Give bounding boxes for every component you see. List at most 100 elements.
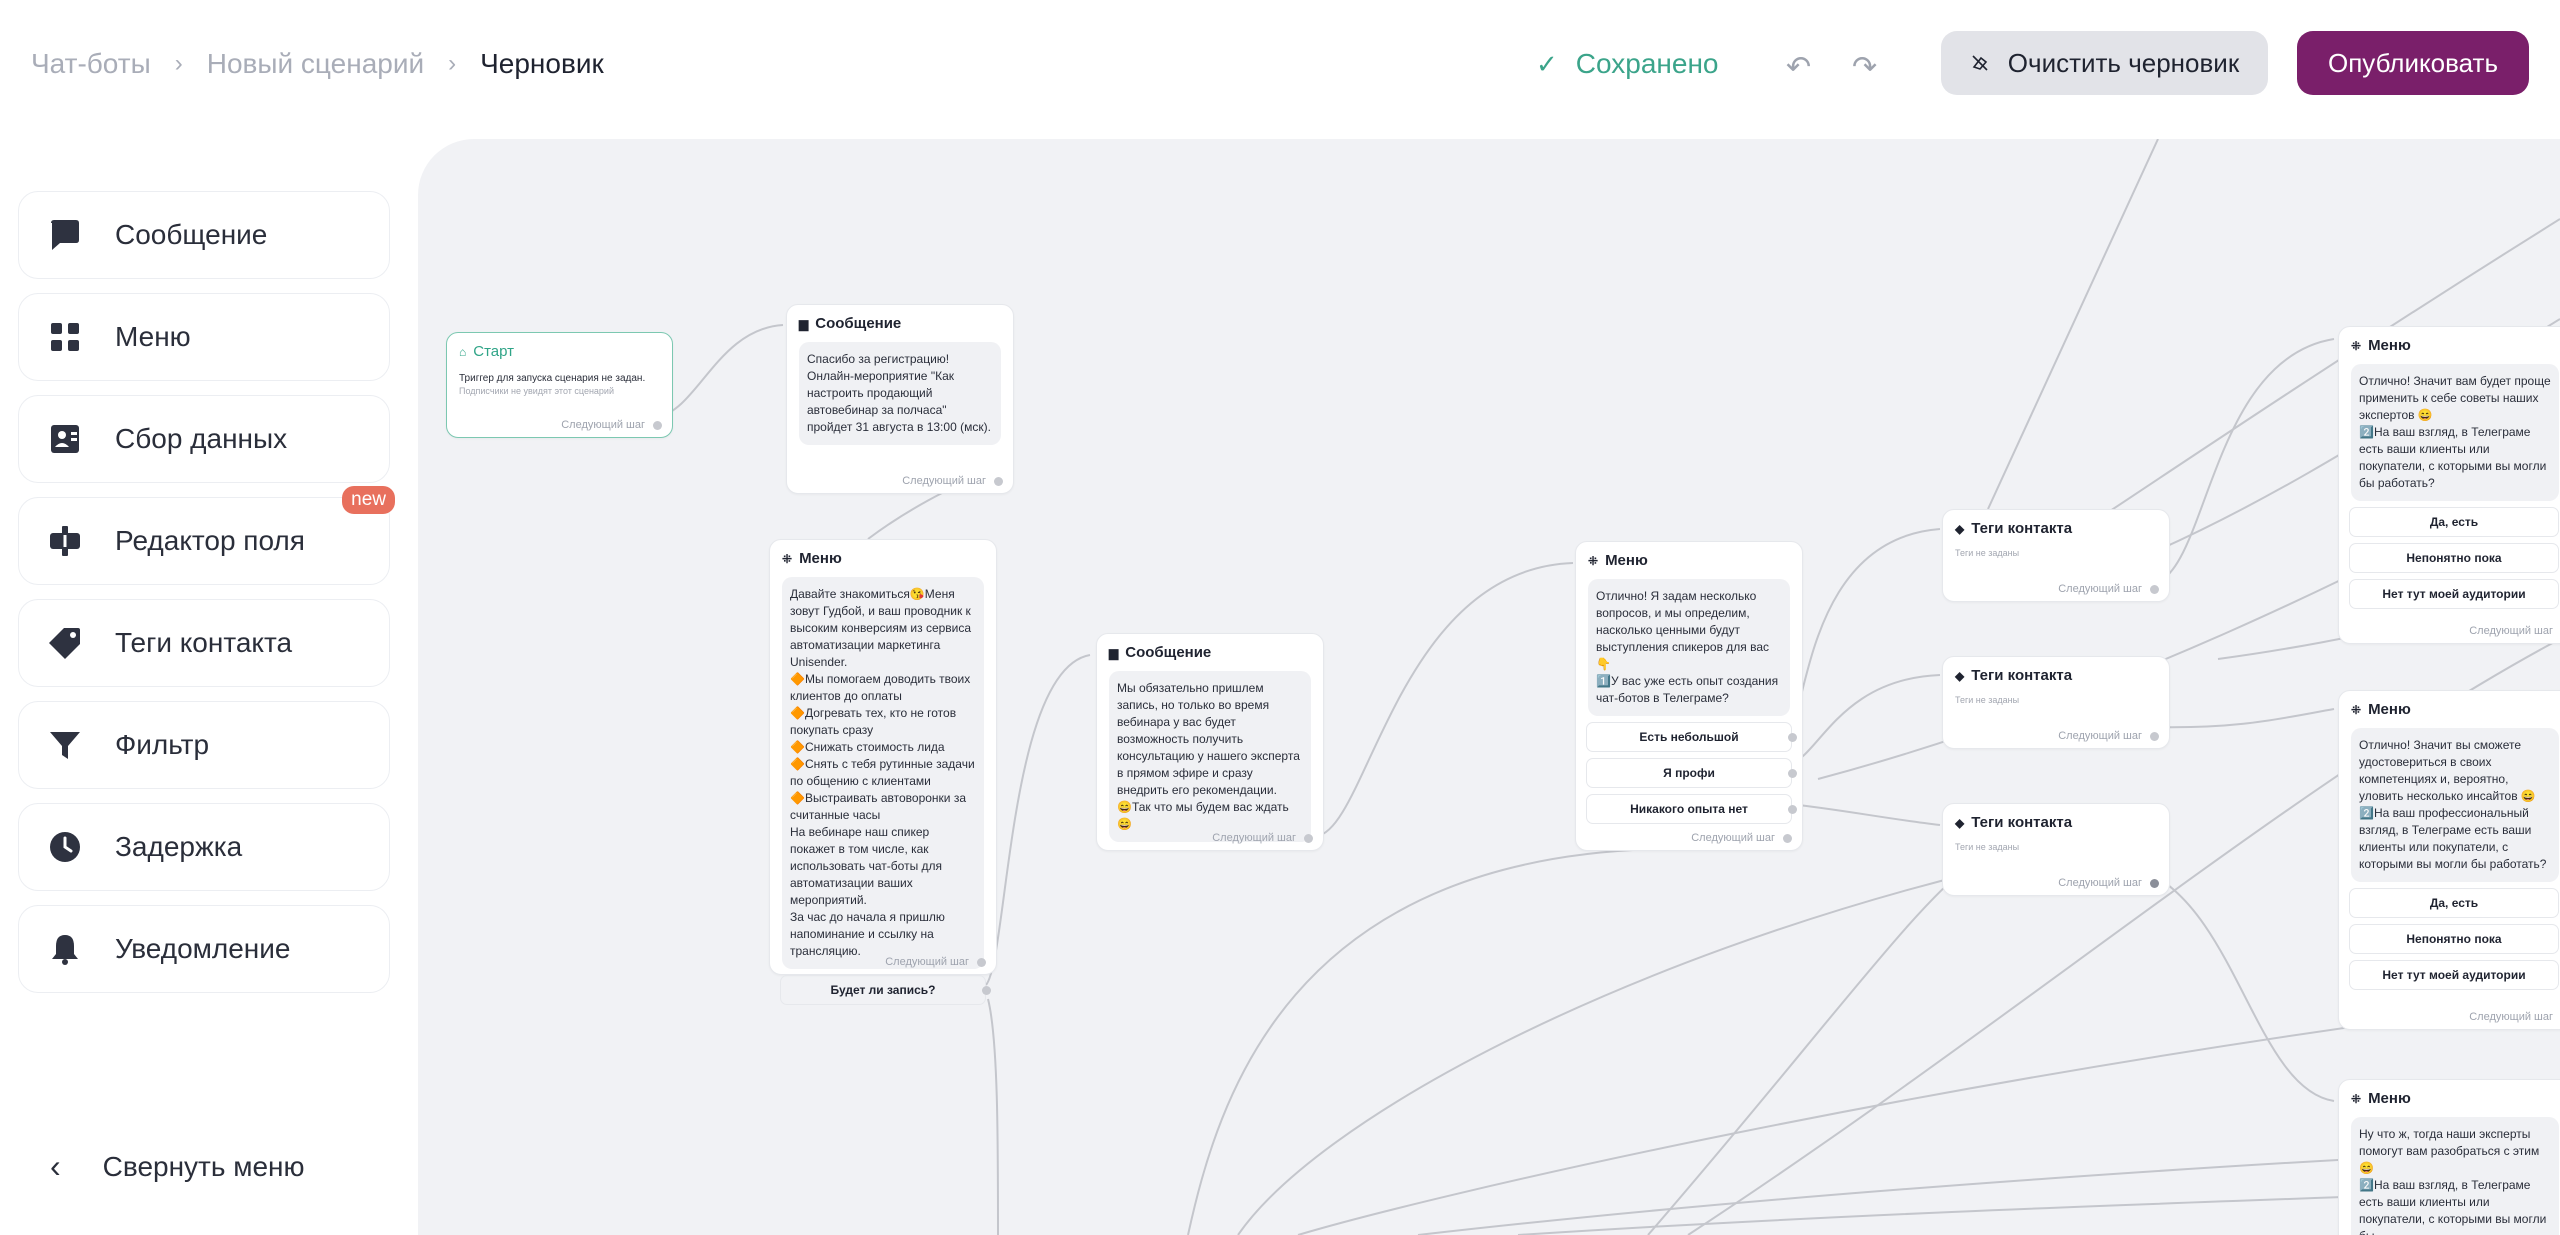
next-step-label: Следующий шаг (2058, 730, 2142, 742)
connector-handle[interactable] (653, 420, 662, 430)
next-step-label: Следующий шаг (1691, 832, 1775, 844)
tags-subtitle: Теги не заданы (1955, 695, 2020, 705)
sidebar-item-label: Меню (115, 321, 191, 352)
menu-option[interactable]: Есть небольшой (1586, 722, 1797, 752)
sidebar-item-label: Сообщение (115, 219, 268, 250)
sidebar-item-notification[interactable]: Уведомление (18, 905, 390, 993)
connector-handle[interactable] (1788, 769, 1797, 778)
connector-handle[interactable] (2150, 584, 2159, 594)
sidebar-item-data-collection[interactable]: Сбор данных (18, 395, 390, 483)
next-step: Следующий шаг (2469, 625, 2553, 637)
node-title: Теги контакта (1971, 520, 2073, 537)
sidebar-item-field-editor[interactable]: Редактор поля new (18, 486, 395, 585)
next-step: Следующий шаг (561, 419, 662, 431)
next-step: Следующий шаг (902, 475, 1003, 487)
start-node[interactable]: ⌂ Старт Триггер для запуска сценария не з… (446, 332, 673, 438)
breadcrumb-separator-icon: › (174, 50, 183, 77)
breadcrumb-separator-icon: › (448, 50, 457, 77)
next-step-label: Следующий шаг (902, 475, 986, 487)
bell-icon (47, 931, 83, 967)
node-title: Сообщение (1125, 644, 1212, 661)
menu-option-label: Я профи (1663, 766, 1715, 780)
breadcrumb-chatbots[interactable]: Чат-боты (31, 48, 151, 80)
connector-handle[interactable] (1788, 733, 1797, 742)
sidebar-item-label: Редактор поля (115, 525, 305, 556)
undo-icon[interactable]: ↶ (1786, 50, 1811, 85)
clear-draft-button[interactable]: Очистить черновик (1941, 31, 2268, 95)
menu-grid-icon: ⁜ (782, 551, 793, 566)
message-node[interactable]: ▆ Сообщение Спасибо за регистрацию! Онлай… (786, 304, 1014, 494)
contact-tags-node[interactable]: ◆ Теги контакта Теги не заданы Следующий … (1942, 509, 2170, 602)
top-bar: Чат-боты › Новый сценарий › Черновик ✓ С… (0, 0, 2560, 128)
contact-tags-node[interactable]: ◆ Теги контакта Теги не заданы Следующий … (1942, 656, 2170, 749)
connector-handle[interactable] (994, 476, 1003, 486)
tag-icon (47, 625, 83, 661)
field-editor-icon (47, 523, 83, 559)
menu-node[interactable]: ⁜ Меню Ну что ж, тогда наши эксперты помо… (2338, 1079, 2560, 1235)
menu-grid-icon (47, 319, 83, 355)
redo-icon[interactable]: ↷ (1852, 50, 1877, 85)
next-step: Следующий шаг (1691, 832, 1792, 844)
menu-option[interactable]: Нет тут моей аудитории (2349, 960, 2559, 990)
connector-handle[interactable] (982, 986, 991, 995)
menu-node[interactable]: ⁜ Меню Давайте знакомиться😘Меня зовут Гуд… (769, 539, 997, 1005)
publish-button[interactable]: Опубликовать (2297, 31, 2529, 95)
connector-handle[interactable] (977, 957, 986, 967)
menu-text: Отлично! Значит вам будет проще применит… (2351, 364, 2559, 501)
message-text: Мы обязательно пришлем запись, но только… (1109, 671, 1311, 842)
menu-option[interactable]: Да, есть (2349, 507, 2559, 537)
menu-node[interactable]: ⁜ Меню Отлично! Я задам несколько вопросо… (1575, 541, 1803, 851)
sidebar-item-filter[interactable]: Фильтр (18, 701, 390, 789)
menu-grid-icon: ⁜ (1588, 553, 1599, 568)
start-subtext: Подписчики не увидят этот сценарий (459, 386, 614, 396)
flow-canvas[interactable]: ⌂ Старт Триггер для запуска сценария не з… (418, 139, 2560, 1235)
collapse-menu-label: Свернуть меню (102, 1150, 305, 1182)
sidebar-item-message[interactable]: Сообщение (18, 191, 390, 279)
menu-option[interactable]: Будет ли запись? (780, 975, 991, 1005)
next-step-label: Следующий шаг (885, 956, 969, 968)
breadcrumb-new-scenario[interactable]: Новый сценарий (207, 48, 424, 80)
message-icon: ▆ (799, 316, 809, 331)
clear-draft-label: Очистить черновик (2007, 47, 2240, 78)
menu-node[interactable]: ⁜ Меню Отлично! Значит вы сможете удостов… (2338, 690, 2560, 1030)
sidebar-item-contact-tags[interactable]: Теги контакта (18, 599, 390, 687)
menu-option-label: Да, есть (2429, 896, 2479, 910)
menu-text: Ну что ж, тогда наши эксперты помогут ва… (2351, 1117, 2559, 1235)
clock-icon (47, 829, 83, 865)
collapse-menu-button[interactable]: ‹ Свернуть меню (50, 1148, 305, 1185)
contact-tags-node[interactable]: ◆ Теги контакта Теги не заданы Следующий … (1942, 803, 2170, 896)
menu-option[interactable]: Непонятно пока (2349, 543, 2559, 573)
filter-icon (47, 727, 83, 763)
menu-option[interactable]: Никакого опыта нет (1586, 794, 1797, 824)
connector-handle[interactable] (1788, 805, 1797, 814)
chevron-left-icon: ‹ (50, 1148, 61, 1184)
sidebar-item-label: Сбор данных (115, 423, 288, 454)
connector-handle[interactable] (1783, 833, 1792, 843)
connector-handle[interactable] (2150, 731, 2159, 741)
connector-handle[interactable] (2150, 878, 2159, 888)
menu-text: Давайте знакомиться😘Меня зовут Гудбой, и… (782, 577, 984, 969)
tags-subtitle: Теги не заданы (1955, 842, 2020, 852)
menu-option[interactable]: Я профи (1586, 758, 1797, 788)
menu-option[interactable]: Непонятно пока (2349, 924, 2559, 954)
contact-card-icon (47, 421, 83, 457)
connector-handle[interactable] (1304, 833, 1313, 843)
node-title: Меню (2368, 1090, 2411, 1107)
next-step: Следующий шаг (2469, 1011, 2553, 1023)
menu-option[interactable]: Да, есть (2349, 888, 2559, 918)
menu-option-label: Есть небольшой (1639, 730, 1739, 744)
next-step-label: Следующий шаг (2058, 877, 2142, 889)
sidebar-item-menu[interactable]: Меню (18, 293, 390, 381)
menu-node[interactable]: ⁜ Меню Отлично! Значит вам будет проще пр… (2338, 326, 2560, 644)
connection-lines (657, 139, 2560, 1235)
menu-option[interactable]: Нет тут моей аудитории (2349, 579, 2559, 609)
menu-text: Отлично! Я задам несколько вопросов, и м… (1588, 579, 1790, 716)
message-text: Спасибо за регистрацию! Онлайн-мероприят… (799, 342, 1001, 445)
breadcrumb-current: Черновик (480, 48, 604, 79)
message-node[interactable]: ▆ Сообщение Мы обязательно пришлем запись… (1096, 633, 1324, 851)
next-step: Следующий шаг (1212, 832, 1313, 844)
start-trigger-text: Триггер для запуска сценария не задан. (459, 373, 646, 384)
sidebar-item-delay[interactable]: Задержка (18, 803, 390, 891)
node-title: Теги контакта (1971, 667, 2073, 684)
message-icon (47, 217, 83, 253)
